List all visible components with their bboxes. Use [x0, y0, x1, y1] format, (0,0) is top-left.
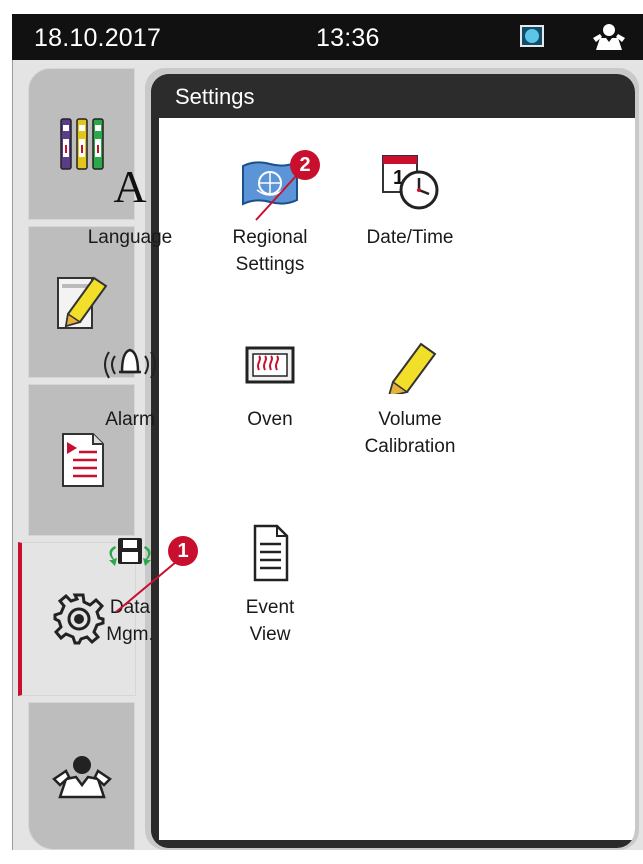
svg-text:A: A — [113, 161, 146, 212]
label-line-1: Event — [245, 597, 295, 618]
label-line-2: Calibration — [364, 436, 456, 457]
document-icon — [235, 522, 305, 582]
calendar-clock-icon: 1 — [375, 152, 445, 212]
setting-regional[interactable]: Regional Settings — [200, 152, 340, 278]
device-status-icon[interactable] — [520, 25, 544, 47]
label-line-1: Volume — [378, 409, 442, 430]
settings-header: Settings — [151, 74, 635, 118]
user-icon — [51, 756, 112, 799]
setting-label-volume: Volume Calibration — [340, 406, 480, 460]
marker-icon — [375, 334, 445, 398]
user-icon[interactable] — [592, 22, 626, 52]
callout-badge-2: 2 — [290, 150, 320, 180]
setting-alarm[interactable]: Alarm — [60, 334, 200, 433]
status-date: 18.10.2017 — [34, 24, 162, 52]
status-time: 13:36 — [316, 24, 380, 52]
oven-icon — [235, 334, 305, 394]
setting-language[interactable]: A Language — [60, 152, 200, 251]
label-line-1: Regional — [232, 227, 308, 248]
bell-icon — [95, 334, 165, 394]
setting-oven[interactable]: Oven — [200, 334, 340, 433]
screen: 18.10.2017 13:36 Settings A Language Reg… — [0, 0, 643, 864]
setting-label-language: Language — [87, 227, 173, 248]
program-list-icon — [61, 433, 104, 487]
setting-volume-calibration[interactable]: Volume Calibration — [340, 334, 480, 460]
callout-badge-1: 1 — [168, 536, 198, 566]
status-bar: 18.10.2017 13:36 — [12, 14, 643, 60]
floppy-sync-icon — [95, 522, 165, 582]
page-title: Settings — [175, 84, 255, 109]
setting-label-data: Data Mgm. — [60, 594, 200, 648]
label-line-2: View — [249, 624, 291, 645]
label-line-1: Data — [109, 597, 151, 618]
label-line-2: Settings — [235, 254, 305, 275]
tab-user[interactable] — [28, 702, 135, 850]
setting-label-oven: Oven — [247, 409, 293, 430]
setting-label-regional: Regional Settings — [200, 224, 340, 278]
setting-label-event: Event View — [200, 594, 340, 648]
setting-label-datetime: Date/Time — [366, 227, 454, 248]
label-line-2: Mgm. — [106, 624, 154, 645]
setting-event-view[interactable]: Event View — [200, 522, 340, 648]
pencil-tablet-icon — [56, 276, 107, 329]
setting-datetime[interactable]: 1 Date/Time — [340, 152, 480, 251]
setting-label-alarm: Alarm — [105, 409, 155, 430]
letter-a-icon: A — [95, 152, 165, 212]
